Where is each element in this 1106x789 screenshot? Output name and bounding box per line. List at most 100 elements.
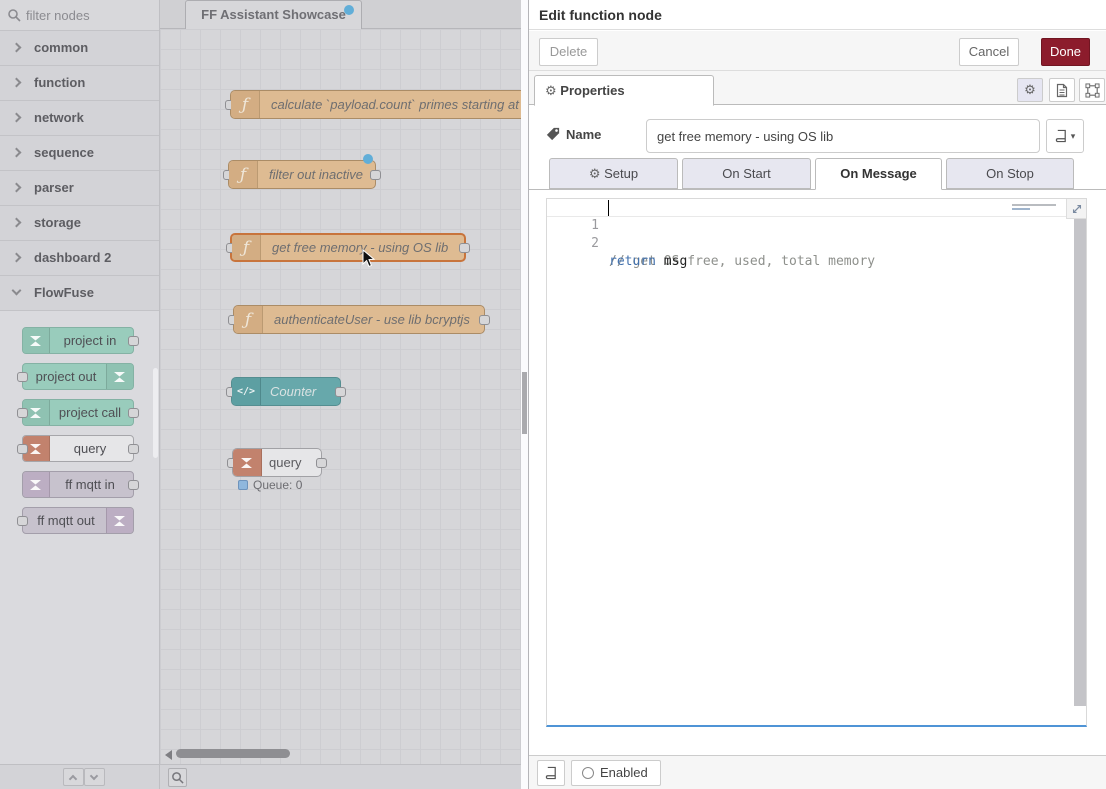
tab-properties[interactable]: ⚙ Properties <box>534 75 714 106</box>
palette-flowfuse-nodes: project in project out project call quer… <box>0 311 160 561</box>
tab-on-message[interactable]: On Message <box>815 158 942 190</box>
caret-down-icon: ▾ <box>1071 131 1076 142</box>
gear-icon: ⚙ <box>589 167 601 182</box>
canvas-footer <box>160 764 521 789</box>
input-port[interactable] <box>17 408 28 418</box>
node-authenticate-user[interactable]: ƒ authenticateUser - use lib bcryptjs <box>233 305 485 334</box>
node-counter[interactable]: </> Counter <box>231 377 341 406</box>
description-view-button[interactable] <box>1049 78 1075 102</box>
node-filter-out-inactive[interactable]: ƒ filter out inactive <box>228 160 376 189</box>
output-port[interactable] <box>128 336 139 346</box>
flowfuse-logo-icon <box>106 364 133 389</box>
node-get-free-memory[interactable]: ƒ get free memory - using OS lib <box>230 233 466 262</box>
output-port[interactable] <box>128 444 139 454</box>
palette-node-label: ff mqtt out <box>27 508 105 533</box>
editor-minimap <box>1012 204 1058 212</box>
name-label-text: Name <box>566 127 601 142</box>
palette-search[interactable] <box>0 0 159 31</box>
status-square-icon <box>238 480 248 490</box>
output-port[interactable] <box>335 387 346 397</box>
function-icon: ƒ <box>229 161 258 188</box>
palette-scrollbar[interactable] <box>153 368 158 458</box>
function-tabs: ⚙ Setup On Start On Message On Stop <box>529 158 1106 190</box>
enabled-toggle-button[interactable]: Enabled <box>571 760 661 786</box>
palette-category-sequence[interactable]: sequence <box>0 136 159 171</box>
expand-icon <box>1071 203 1083 215</box>
double-chevron-down-icon <box>90 772 98 780</box>
chevron-right-icon <box>12 43 22 53</box>
palette-category-function[interactable]: function <box>0 66 159 101</box>
search-input[interactable] <box>26 4 152 26</box>
palette-node-query[interactable]: query <box>22 435 134 462</box>
palette-category-flowfuse[interactable]: FlowFuse <box>0 276 159 311</box>
node-calculate-primes[interactable]: ƒ calculate `payload.count` primes start… <box>230 90 521 119</box>
output-port[interactable] <box>459 243 470 253</box>
properties-form: Name ▾ ⚙ Setup On Start On Message On St… <box>529 105 1106 755</box>
category-label: FlowFuse <box>34 285 94 300</box>
input-port[interactable] <box>17 444 28 454</box>
code-keyword: return <box>609 254 656 269</box>
input-port[interactable] <box>17 516 28 526</box>
name-input[interactable] <box>646 119 1040 153</box>
book-icon <box>545 766 558 780</box>
function-icon: ƒ <box>232 235 261 260</box>
expand-all-button[interactable] <box>84 768 105 786</box>
library-dropdown-button[interactable]: ▾ <box>1046 119 1084 153</box>
function-icon: ƒ <box>231 91 260 118</box>
tab-on-start[interactable]: On Start <box>682 158 811 189</box>
tab-setup[interactable]: ⚙ Setup <box>549 158 678 189</box>
output-port[interactable] <box>370 170 381 180</box>
expand-editor-button[interactable] <box>1066 199 1086 219</box>
scrollbar-thumb[interactable] <box>522 372 527 434</box>
palette-node-project-in[interactable]: project in <box>22 327 134 354</box>
enabled-label: Enabled <box>600 765 648 780</box>
category-label: common <box>34 40 88 55</box>
properties-tab-row: ⚙ Properties ⚙ <box>529 71 1106 105</box>
output-port[interactable] <box>316 458 327 468</box>
appearance-view-button[interactable] <box>1079 78 1105 102</box>
palette-node-ff-mqtt-out[interactable]: ff mqtt out <box>22 507 134 534</box>
zoom-search-button[interactable] <box>168 768 187 787</box>
template-icon: </> <box>232 378 261 405</box>
palette-node-ff-mqtt-in[interactable]: ff mqtt in <box>22 471 134 498</box>
category-label: parser <box>34 180 74 195</box>
palette-node-label: project call <box>51 400 129 425</box>
palette-node-project-call[interactable]: project call <box>22 399 134 426</box>
palette-node-project-out[interactable]: project out <box>22 363 134 390</box>
workspace-vertical-scrollbar[interactable] <box>521 0 528 789</box>
library-button[interactable] <box>537 760 565 786</box>
category-label: dashboard 2 <box>34 250 111 265</box>
gear-icon: ⚙ <box>545 84 557 99</box>
output-port[interactable] <box>128 480 139 490</box>
palette-category-storage[interactable]: storage <box>0 206 159 241</box>
changed-dot-icon <box>363 154 373 164</box>
output-port[interactable] <box>128 408 139 418</box>
properties-view-button[interactable]: ⚙ <box>1017 78 1043 102</box>
done-button[interactable]: Done <box>1041 38 1090 66</box>
code-line[interactable]: 1 // get OS free, used, total memory <box>547 199 1086 217</box>
palette-category-network[interactable]: network <box>0 101 159 136</box>
editor-scrollbar[interactable] <box>1074 219 1086 706</box>
output-port[interactable] <box>479 315 490 325</box>
code-editor[interactable]: 1 // get OS free, used, total memory 2 r… <box>546 198 1087 727</box>
palette-category-dashboard-2[interactable]: dashboard 2 <box>0 241 159 276</box>
node-query[interactable]: query <box>232 448 322 477</box>
search-icon <box>7 8 21 22</box>
modified-dot-icon <box>344 5 354 15</box>
code-line[interactable]: 2 return msg <box>547 217 1086 235</box>
tray-footer: Enabled <box>529 755 1106 789</box>
workspace-tab[interactable]: FF Assistant Showcase <box>185 0 362 29</box>
cancel-button[interactable]: Cancel <box>959 38 1019 66</box>
collapse-all-button[interactable] <box>63 768 84 786</box>
palette-category-common[interactable]: common <box>0 31 159 66</box>
chevron-right-icon <box>12 253 22 263</box>
flow-grid[interactable]: ƒ calculate `payload.count` primes start… <box>160 29 521 764</box>
horizontal-scrollbar[interactable] <box>176 749 290 758</box>
flowfuse-logo-icon <box>106 508 133 533</box>
tab-on-stop[interactable]: On Stop <box>946 158 1074 189</box>
hscroll-left-arrow[interactable] <box>165 750 172 760</box>
delete-button[interactable]: Delete <box>539 38 598 66</box>
input-port[interactable] <box>17 372 28 382</box>
workspace-canvas[interactable]: FF Assistant Showcase ƒ calculate `paylo… <box>160 0 521 764</box>
palette-category-parser[interactable]: parser <box>0 171 159 206</box>
